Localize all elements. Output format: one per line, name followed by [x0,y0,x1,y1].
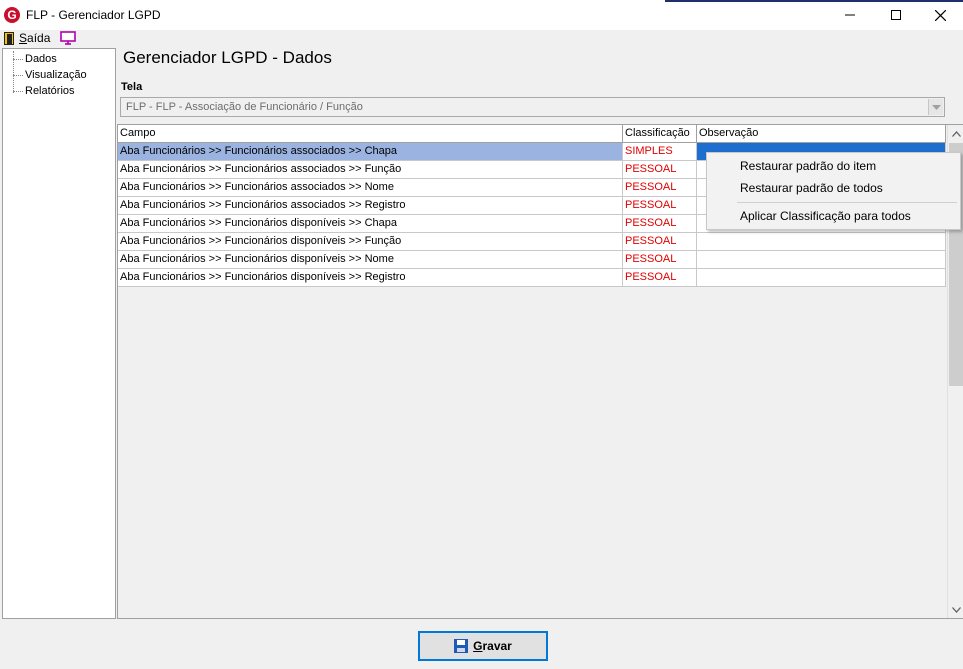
tela-select-value: FLP - FLP - Associação de Funcionário / … [126,101,363,113]
cell-classificacao[interactable]: PESSOAL [623,233,697,250]
cell-campo[interactable]: Aba Funcionários >> Funcionários associa… [118,143,623,160]
cell-classificacao[interactable]: PESSOAL [623,215,697,232]
tree-item-label: Visualização [25,69,87,81]
scroll-up-button[interactable] [948,125,963,142]
cell-classificacao[interactable]: PESSOAL [623,179,697,196]
app-logo-icon: G [4,7,20,23]
navigation-tree: Dados Visualização Relatórios [2,48,116,619]
cell-campo[interactable]: Aba Funcionários >> Funcionários associa… [118,161,623,178]
context-menu-restore-all[interactable]: Restaurar padrão de todos [740,177,883,199]
app-window: G FLP - Gerenciador LGPD Saída Dados Vis… [0,0,963,669]
context-menu-apply-all[interactable]: Aplicar Classificação para todos [740,205,911,227]
menu-bar: Saída [0,30,963,46]
table-row[interactable]: Aba Funcionários >> Funcionários disponí… [118,251,946,269]
column-header-classificacao[interactable]: Classificação [623,125,697,143]
cell-classificacao[interactable]: PESSOAL [623,269,697,286]
exit-menu-item[interactable]: Saída [4,30,50,46]
exit-door-icon [4,31,14,45]
window-title: FLP - Gerenciador LGPD [26,8,161,22]
cell-campo[interactable]: Aba Funcionários >> Funcionários disponí… [118,251,623,268]
column-header-observacao[interactable]: Observação [697,125,946,143]
cell-observacao[interactable] [697,233,946,250]
context-menu-restore-item[interactable]: Restaurar padrão do item [740,155,876,177]
save-button-label: Gravar [473,639,512,653]
column-header-campo[interactable]: Campo [118,125,623,143]
grid-header: Campo Classificação Observação [118,125,946,143]
chevron-up-icon [951,130,961,137]
maximize-button[interactable] [873,0,919,30]
maximize-icon [891,10,901,20]
minimize-button[interactable] [827,0,873,30]
cell-classificacao[interactable]: PESSOAL [623,251,697,268]
tree-item-dados[interactable]: Dados [13,51,57,67]
chevron-down-icon [951,606,961,613]
cell-observacao[interactable] [697,269,946,286]
cell-classificacao[interactable]: PESSOAL [623,161,697,178]
tree-item-label: Dados [25,53,57,65]
table-row[interactable]: Aba Funcionários >> Funcionários disponí… [118,233,946,251]
exit-menu-label: Saída [19,31,51,45]
context-menu-separator [737,202,957,203]
tela-select[interactable]: FLP - FLP - Associação de Funcionário / … [120,97,945,117]
table-row[interactable]: Aba Funcionários >> Funcionários disponí… [118,269,946,287]
cell-observacao[interactable] [697,251,946,268]
minimize-icon [845,14,855,16]
cell-campo[interactable]: Aba Funcionários >> Funcionários disponí… [118,215,623,232]
cell-campo[interactable]: Aba Funcionários >> Funcionários associa… [118,197,623,214]
close-button[interactable] [917,0,963,30]
monitor-icon[interactable] [60,31,76,45]
cell-campo[interactable]: Aba Funcionários >> Funcionários disponí… [118,233,623,250]
tree-item-visualizacao[interactable]: Visualização [13,67,87,83]
cell-campo[interactable]: Aba Funcionários >> Funcionários disponí… [118,269,623,286]
cell-classificacao[interactable]: PESSOAL [623,197,697,214]
save-button[interactable]: Gravar [418,631,548,661]
scroll-down-button[interactable] [948,601,963,618]
save-disk-icon [454,639,469,653]
tree-item-label: Relatórios [25,85,75,97]
page-title: Gerenciador LGPD - Dados [123,48,332,67]
dropdown-arrow-icon[interactable] [928,99,943,115]
cell-campo[interactable]: Aba Funcionários >> Funcionários associa… [118,179,623,196]
close-icon [934,9,946,21]
tree-item-relatorios[interactable]: Relatórios [13,83,75,99]
title-bar: G FLP - Gerenciador LGPD [0,0,963,30]
cell-classificacao[interactable]: SIMPLES [623,143,697,160]
tela-label: Tela [121,81,143,93]
context-menu: Restaurar padrão do item Restaurar padrã… [706,152,961,230]
